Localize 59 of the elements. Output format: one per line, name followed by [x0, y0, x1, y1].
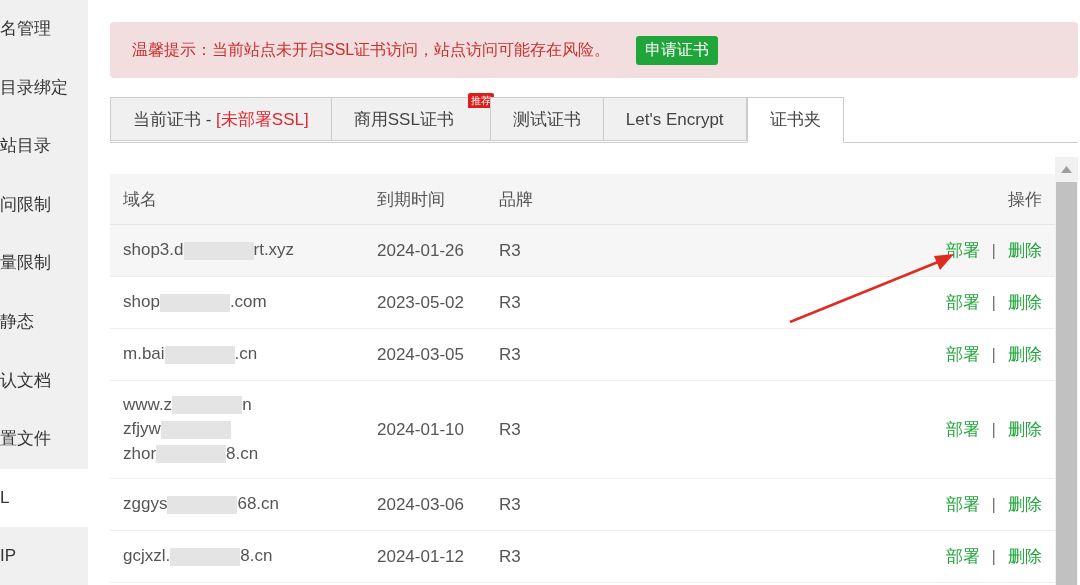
table-cell: R3 [499, 494, 521, 514]
table-cell: R3 [499, 292, 521, 312]
domain-text: shop [123, 291, 160, 314]
separator: | [991, 547, 996, 566]
table-cell: 2024-03-06 [377, 494, 464, 514]
sidebar-item[interactable]: 名管理 [0, 0, 88, 59]
tab[interactable]: 证书夹 [746, 97, 844, 143]
redaction-block [164, 345, 235, 364]
table-cell: R3 [499, 546, 521, 566]
redaction-block [159, 293, 230, 312]
sidebar-item[interactable]: 问限制 [0, 175, 88, 235]
separator: | [991, 420, 996, 439]
domain-text: zfjyw [123, 418, 161, 441]
redaction-block [170, 547, 241, 566]
table-cell: 2024-01-10 [377, 419, 464, 439]
sidebar-item[interactable]: 置文件 [0, 410, 88, 469]
domain-text: n [242, 393, 252, 416]
domain-text: www.z [123, 393, 173, 416]
domain-text: rt.xyz [253, 239, 295, 262]
domain-text: 8.cn [240, 545, 273, 568]
redaction-block [167, 495, 238, 514]
column-header: 到期时间 [364, 174, 486, 225]
table-cell: R3 [499, 344, 521, 364]
domain-text: .cn [234, 343, 258, 366]
sidebar-item[interactable]: 量限制 [0, 234, 88, 293]
redaction-block [160, 420, 231, 439]
domain-text: 8.cn [226, 442, 259, 465]
warning-message: 温馨提示：当前站点未开启SSL证书访问，站点访问可能存在风险。 [132, 39, 611, 60]
sidebar-item[interactable]: L [0, 468, 88, 528]
separator: | [991, 495, 996, 514]
domain-text: gcjxzl. [123, 545, 171, 568]
separator: | [991, 241, 996, 260]
table-cell: R3 [499, 419, 521, 439]
table-cell: 2024-01-26 [377, 240, 464, 260]
table-cell: 2024-03-05 [377, 344, 464, 364]
domain-text: zggys [123, 493, 168, 516]
sidebar-item[interactable]: 目录绑定 [0, 58, 88, 118]
redaction-block [156, 445, 227, 463]
separator: | [991, 293, 996, 312]
domain-text: 68.cn [237, 493, 279, 516]
column-header: 域名 [110, 174, 364, 225]
table-cell: 2024-01-12 [377, 546, 464, 566]
column-header: 品牌 [486, 174, 674, 225]
scroll-up-icon[interactable] [1061, 166, 1072, 173]
table-cell: 2023-05-02 [377, 292, 464, 312]
tab[interactable]: 测试证书 [489, 97, 603, 141]
table-cell: R3 [499, 240, 521, 260]
domain-text: shop3.d [123, 239, 184, 262]
domain-text: zhor [123, 442, 157, 465]
separator: | [991, 345, 996, 364]
sidebar-item[interactable]: 认文档 [0, 351, 88, 411]
domain-text: m.bai [123, 343, 165, 366]
tab[interactable]: Let's Encrypt [602, 97, 747, 141]
tab[interactable]: 当前证书 - [未部署SSL] [110, 97, 331, 141]
sidebar-item[interactable]: IP [0, 527, 88, 585]
sidebar-item[interactable]: 静态 [0, 292, 88, 352]
sidebar-item[interactable]: 站目录 [0, 117, 88, 176]
redaction-block [172, 396, 243, 414]
domain-text: .com [229, 291, 267, 314]
